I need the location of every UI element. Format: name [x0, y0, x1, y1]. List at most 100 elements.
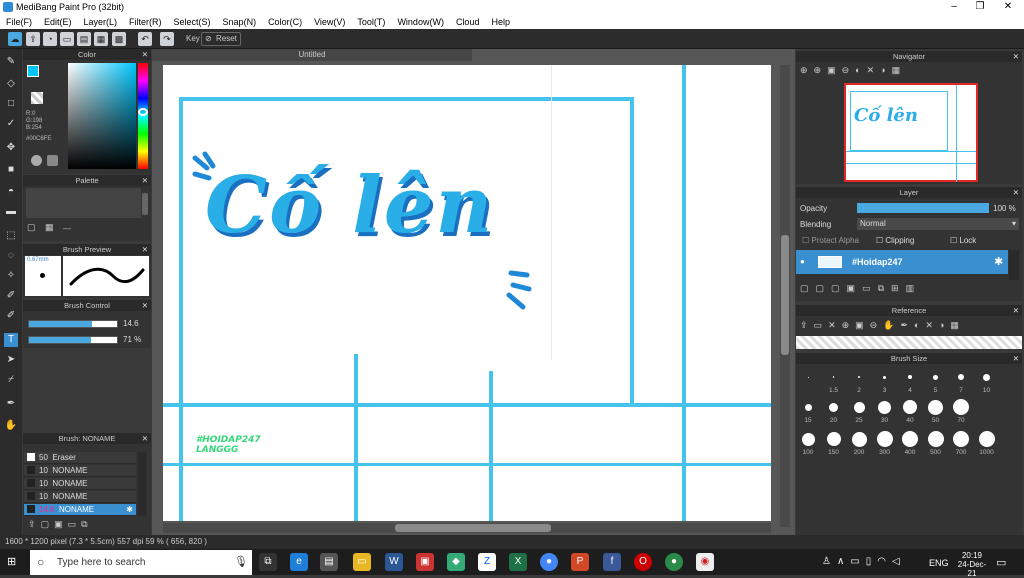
menu-snap[interactable]: Snap(N) — [223, 17, 257, 27]
brush-size-option[interactable] — [878, 400, 891, 414]
menu-layer[interactable]: Layer(L) — [84, 17, 118, 27]
app-icon-green[interactable]: ◆ — [447, 553, 465, 571]
menu-view[interactable]: View(V) — [314, 17, 345, 27]
rotate-left-icon[interactable]: ◐ — [855, 65, 866, 75]
brush-list-item[interactable]: 50 Eraser — [24, 452, 136, 464]
cloud-icon[interactable]: ☁ — [8, 32, 22, 46]
network-icon[interactable]: ▭ — [850, 556, 865, 567]
edge-icon[interactable]: e — [290, 553, 308, 571]
chrome-alt-icon[interactable]: ● — [665, 553, 683, 571]
operation-tool-icon[interactable]: ➤ — [4, 353, 18, 367]
close-icon[interactable]: ✕ — [142, 433, 148, 444]
horizontal-scrollbar[interactable] — [163, 523, 771, 533]
rotate-left-icon[interactable]: ◐ — [914, 320, 925, 330]
close-icon[interactable]: ✕ — [142, 300, 148, 311]
task-view-icon[interactable]: ⧉ — [259, 553, 277, 571]
canvas[interactable]: Cố lên #HOIDAP247 LANGGG — [163, 65, 771, 521]
flip-icon[interactable]: ✕ — [867, 65, 881, 75]
word-icon[interactable]: W — [385, 553, 403, 571]
comment-icon[interactable]: ◔ — [43, 32, 57, 46]
divide-tool-icon[interactable]: ⌿ — [4, 373, 18, 387]
close-button[interactable]: ✕ — [994, 0, 1022, 14]
eyedropper-icon[interactable]: ✒ — [900, 320, 914, 330]
undo-icon[interactable]: ↶ — [138, 32, 152, 46]
eyedropper-tool-icon[interactable]: ✒ — [4, 397, 18, 411]
gradient-tool-icon[interactable]: ▬ — [4, 205, 18, 219]
facebook-icon[interactable]: f — [603, 553, 621, 571]
person-icon[interactable]: ♙ — [822, 556, 837, 567]
taskbar-search[interactable]: ○ Type here to search 🎙 — [30, 550, 252, 575]
brush-opacity-slider[interactable] — [28, 336, 118, 344]
brush-list-item[interactable]: 10 NONAME — [24, 478, 136, 490]
brush-size-option[interactable] — [953, 399, 969, 415]
chevron-up-icon[interactable]: ∧ — [837, 556, 850, 567]
medibang-taskbar-icon[interactable]: ◉ — [696, 553, 714, 571]
brush-list-item[interactable]: 10 NONAME — [24, 491, 136, 503]
layer-row[interactable]: ● #Hoidap247 ✱ — [796, 250, 1008, 274]
transparent-swatch[interactable] — [31, 92, 43, 104]
opera-icon[interactable]: O — [634, 553, 652, 571]
page-icon[interactable]: ▤ — [77, 32, 91, 46]
menu-select[interactable]: Select(S) — [174, 17, 211, 27]
zoom-in-icon[interactable]: ⊕ — [800, 65, 814, 75]
new-layer-icon[interactable]: ▢ — [831, 283, 847, 293]
zoom-out-icon[interactable]: ⊖ — [842, 65, 856, 75]
layer-opacity-slider[interactable] — [857, 203, 989, 213]
menu-window[interactable]: Window(W) — [397, 17, 444, 27]
rotate-right-icon[interactable]: ◑ — [880, 65, 891, 75]
delete-palette-icon[interactable]: ▦ — [45, 222, 57, 234]
reference-image-area[interactable] — [796, 336, 1022, 349]
brush-size-option[interactable] — [876, 431, 893, 447]
brush-size-option[interactable] — [902, 431, 918, 447]
zoom-out-icon[interactable]: ⊖ — [870, 320, 884, 330]
brush-size-option[interactable] — [826, 432, 841, 446]
fit-icon[interactable]: ▣ — [855, 320, 870, 330]
zoom-in-icon[interactable]: ⊕ — [842, 320, 856, 330]
new-layer-icon[interactable]: ▢ — [800, 283, 816, 293]
menu-help[interactable]: Help — [491, 17, 510, 27]
file-explorer-icon[interactable]: ▭ — [353, 553, 371, 571]
reset-view-icon[interactable]: ▦ — [892, 65, 907, 75]
hand-icon[interactable]: ✋ — [883, 320, 900, 330]
eraser-tool-icon[interactable]: ◇ — [4, 77, 18, 91]
brush-list-item[interactable]: 10 NONAME — [24, 465, 136, 477]
powerpoint-icon[interactable]: P — [571, 553, 589, 571]
document-tab[interactable]: Untitled — [152, 49, 472, 61]
brush-size-option[interactable] — [983, 373, 990, 381]
close-icon[interactable]: ✕ — [1013, 187, 1019, 198]
vertical-scrollbar[interactable] — [780, 65, 790, 527]
brush-tool-icon[interactable]: ✎ — [4, 55, 18, 69]
chrome-icon[interactable]: ● — [540, 553, 558, 571]
microphone-icon[interactable]: 🎙 — [234, 555, 248, 568]
close-icon[interactable]: ✕ — [142, 49, 148, 60]
volume-icon[interactable]: ◁ — [892, 556, 906, 567]
redo-icon[interactable]: ↷ — [160, 32, 174, 46]
checkmark-tool-icon[interactable]: ✓ — [4, 117, 18, 131]
brush-size-option[interactable] — [928, 399, 943, 415]
excel-icon[interactable]: X — [509, 553, 527, 571]
menu-filter[interactable]: Filter(R) — [129, 17, 162, 27]
brush-list-item-selected[interactable]: 14.6 NONAME ✱ — [24, 504, 136, 516]
folder-icon[interactable]: ▭ — [862, 283, 878, 293]
trash-icon[interactable]: ▥ — [906, 283, 922, 293]
hand-tool-icon[interactable]: ✋ — [4, 419, 18, 433]
select-pen-tool-icon[interactable]: ✐ — [4, 289, 18, 303]
close-icon[interactable]: ✕ — [1013, 353, 1019, 364]
menu-file[interactable]: File(F) — [6, 17, 32, 27]
navigator-thumbnail[interactable]: Cố lên — [844, 83, 978, 182]
new-layer-icon[interactable]: ▢ — [816, 283, 832, 293]
layer-scrollbar[interactable] — [1009, 250, 1019, 280]
flip-icon[interactable]: ✕ — [925, 320, 939, 330]
eye-icon[interactable]: ● — [800, 257, 805, 266]
brush-size-option[interactable] — [978, 431, 995, 447]
panel-icon[interactable]: ▦ — [94, 32, 108, 46]
menu-tool[interactable]: Tool(T) — [357, 17, 385, 27]
minimize-button[interactable]: – — [940, 0, 968, 14]
lasso-tool-icon[interactable]: ◌ — [4, 249, 18, 263]
bucket-tool-icon[interactable]: ◓ — [4, 185, 18, 199]
menu-edit[interactable]: Edit(E) — [44, 17, 72, 27]
clock[interactable]: 20:19 24-Dec-21 — [956, 551, 988, 578]
fill-rect-tool-icon[interactable]: ■ — [4, 163, 18, 177]
palette-scrollbar[interactable] — [142, 193, 148, 215]
brush-size-option[interactable] — [807, 376, 809, 378]
